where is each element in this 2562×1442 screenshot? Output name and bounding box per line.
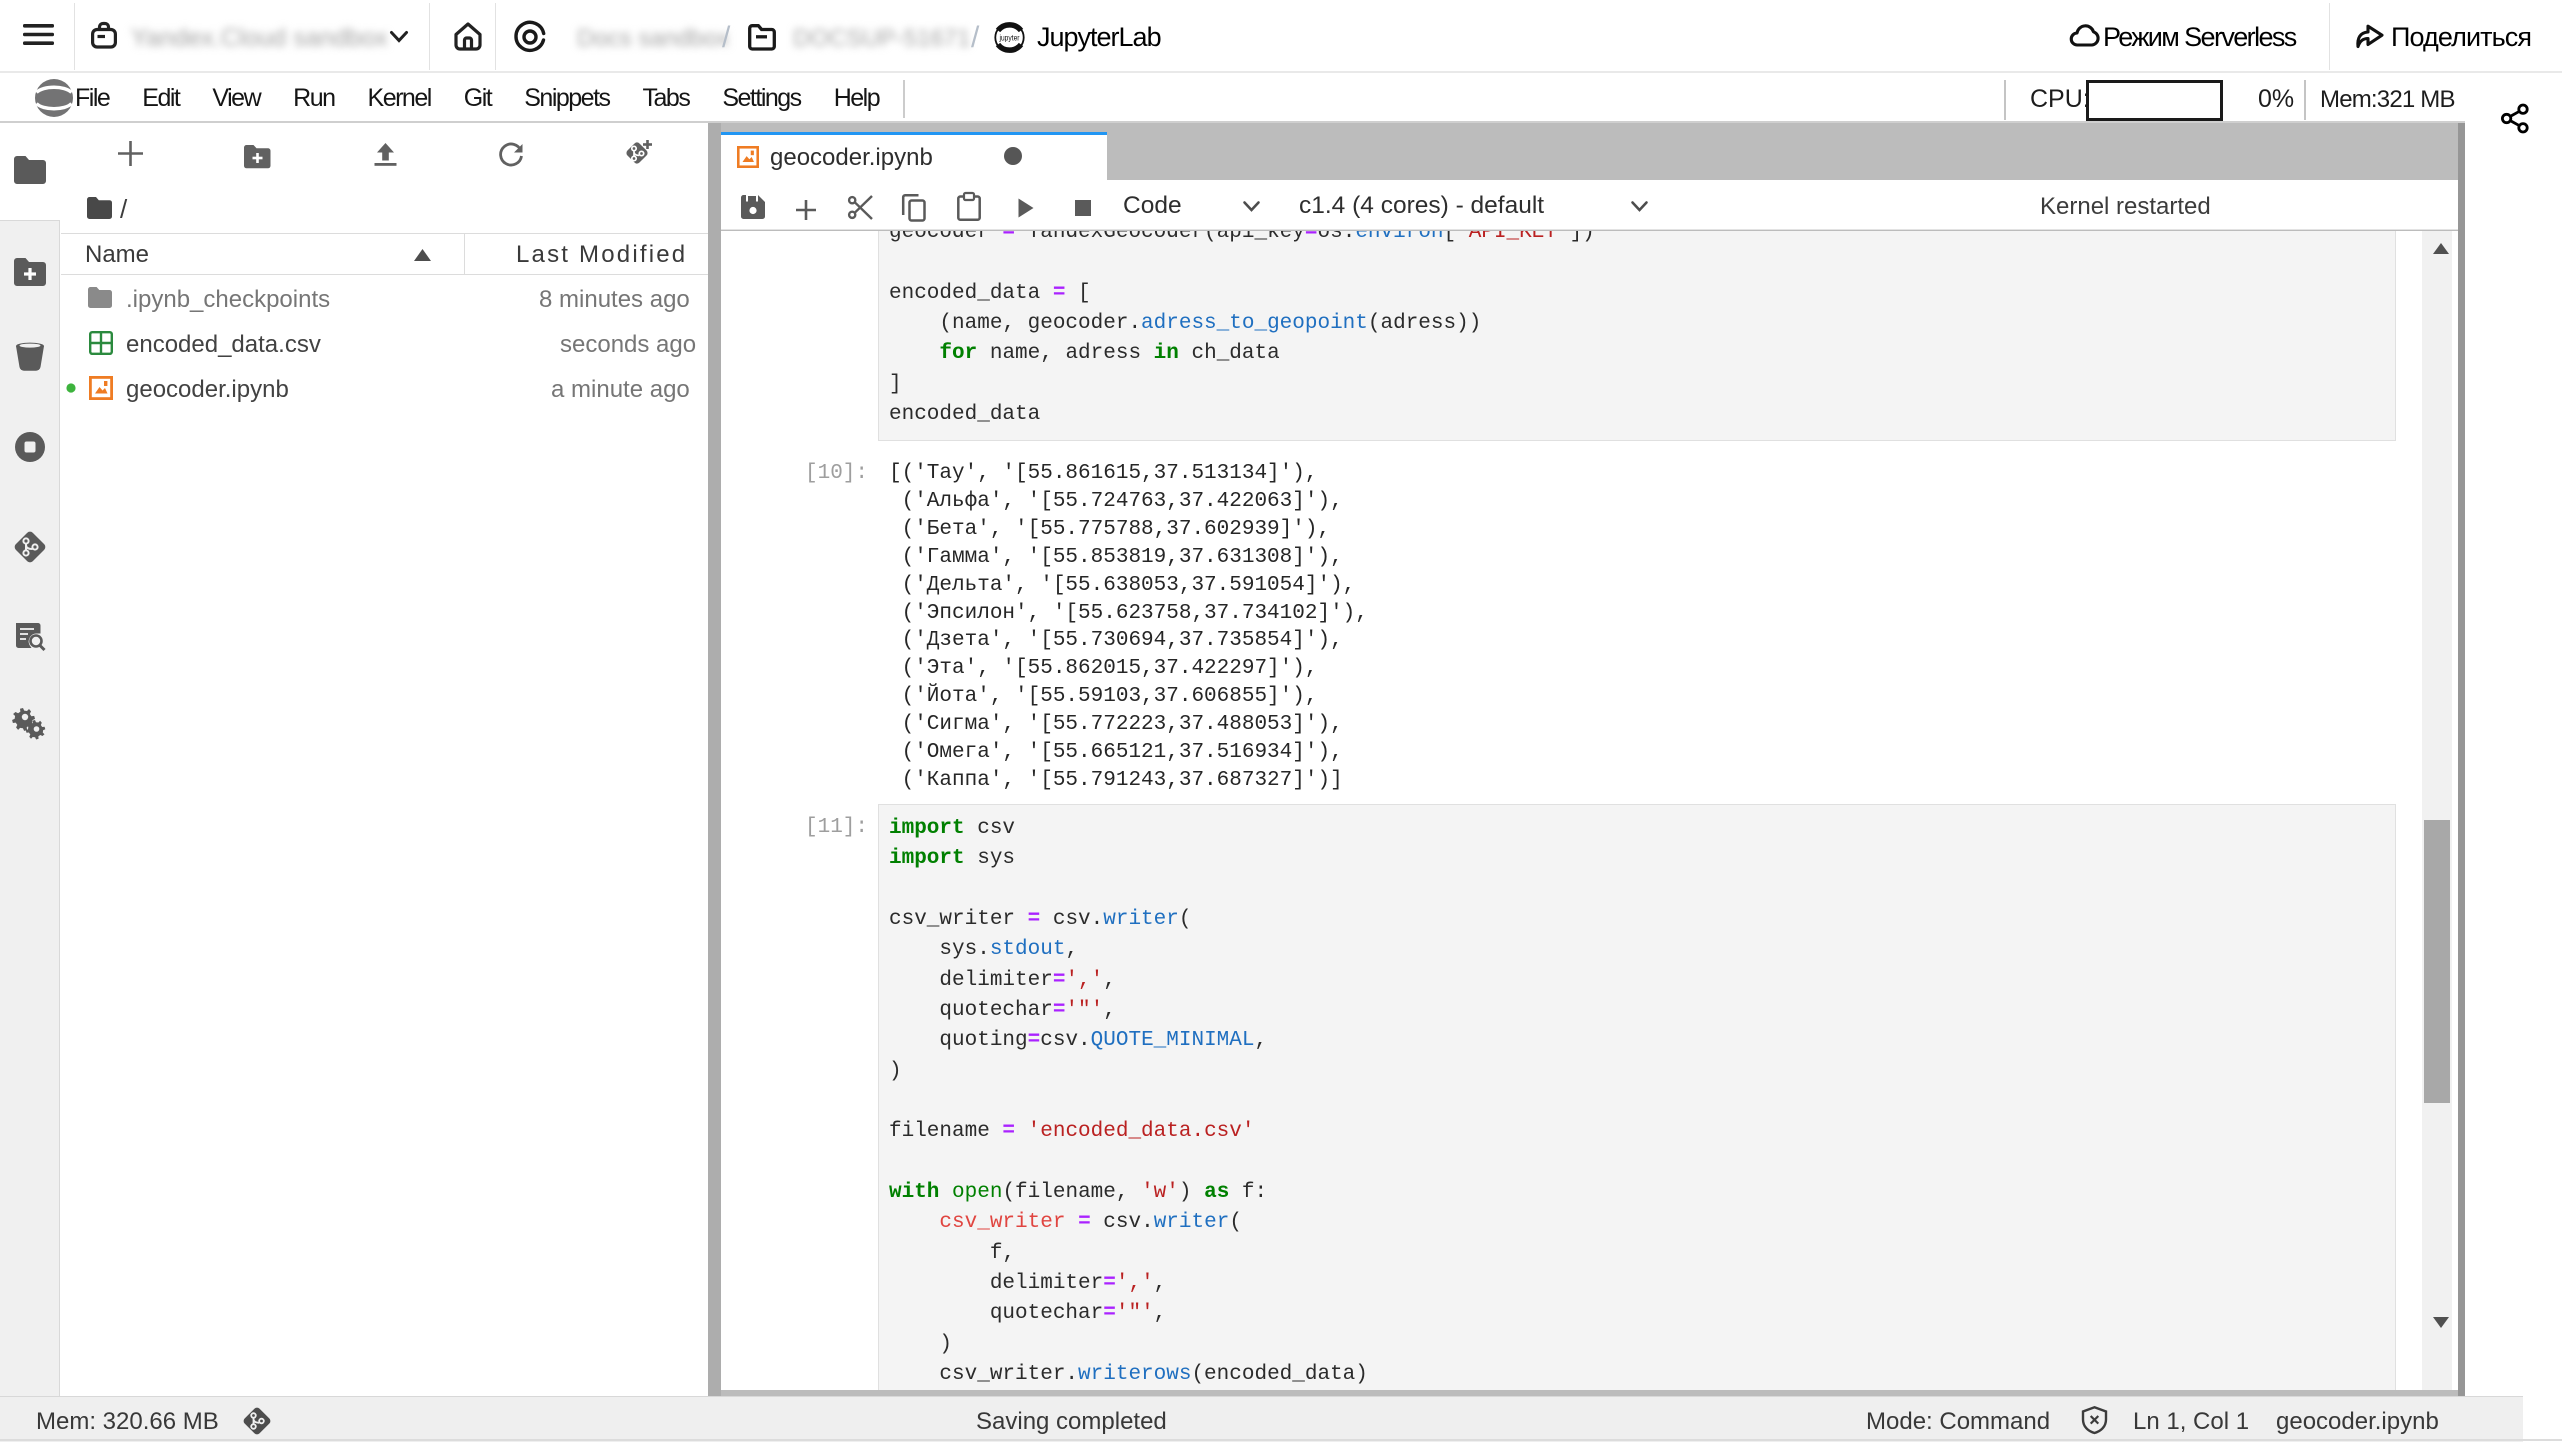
svg-text:jupyter: jupyter <box>999 33 1020 43</box>
